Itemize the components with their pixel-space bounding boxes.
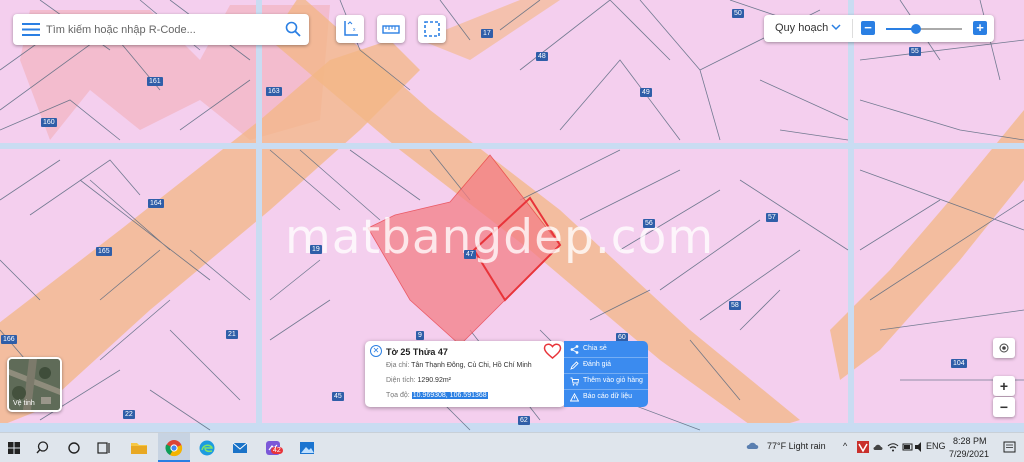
parcel-title: Tờ 25 Thửa 47	[386, 347, 448, 357]
measure-distance-button[interactable]: x	[336, 15, 364, 43]
parcel-label[interactable]: 55	[909, 47, 921, 56]
file-explorer-icon[interactable]	[129, 438, 149, 458]
parcel-label[interactable]: 56	[643, 219, 655, 228]
parcel-label[interactable]: 21	[226, 330, 238, 339]
search-icon[interactable]	[34, 438, 54, 458]
rate-button[interactable]: Đánh giá	[564, 357, 648, 374]
area-label: Diện tích:	[386, 377, 416, 384]
parcel-label[interactable]: 17	[481, 29, 493, 38]
chrome-taskbar-active[interactable]	[158, 433, 190, 462]
parcel-label[interactable]: 50	[732, 9, 744, 18]
parcel-label[interactable]: 62	[518, 416, 530, 425]
warning-icon	[570, 393, 579, 402]
rate-label: Đánh giá	[583, 361, 612, 368]
address-label: Địa chỉ:	[386, 362, 410, 369]
parcel-label[interactable]: 164	[148, 199, 164, 208]
volume-icon[interactable]	[914, 441, 926, 453]
language-indicator[interactable]: ENG	[926, 441, 946, 451]
parcel-label[interactable]: 49	[640, 88, 652, 97]
share-label: Chia sẻ	[583, 345, 607, 352]
parcel-label[interactable]: 19	[310, 245, 322, 254]
wifi-icon[interactable]	[887, 441, 899, 453]
coord-label: Tọa độ:	[386, 392, 410, 399]
pencil-icon	[570, 361, 579, 370]
zoom-out-button[interactable]: −	[861, 21, 875, 35]
locate-button[interactable]	[993, 338, 1015, 358]
notification-badge: 42	[271, 447, 283, 454]
chevron-down-icon[interactable]	[831, 23, 841, 31]
edge-icon[interactable]	[197, 438, 217, 458]
zoom-slider[interactable]	[886, 24, 962, 34]
chevron-up-icon[interactable]: ^	[843, 441, 847, 451]
parcel-label[interactable]: 161	[147, 77, 163, 86]
axis-measure-icon: x	[344, 21, 358, 36]
area-select-button[interactable]	[418, 15, 446, 43]
parcel-label[interactable]: 163	[266, 87, 282, 96]
weather-text[interactable]: 77°F Light rain	[767, 441, 826, 451]
svg-text:x: x	[353, 27, 356, 33]
antivirus-icon[interactable]	[857, 441, 869, 453]
parcel-info-popup: ✕ Tờ 25 Thửa 47 Địa chỉ: Tân Thạnh Đông,…	[365, 341, 565, 407]
clock-date[interactable]: 7/29/2021	[949, 449, 989, 459]
battery-icon[interactable]	[902, 441, 914, 453]
address-value: Tân Thạnh Đông, Củ Chi, Hồ Chí Minh	[411, 362, 532, 369]
zoom-slider-thumb[interactable]	[911, 24, 922, 34]
mail-icon[interactable]	[230, 438, 250, 458]
parcel-label[interactable]: 22	[123, 410, 135, 419]
parcel-label[interactable]: 9	[416, 331, 424, 340]
heart-icon[interactable]	[543, 343, 562, 360]
satellite-label: Vệ tinh	[13, 400, 35, 407]
parcel-label[interactable]: 160	[41, 118, 57, 127]
task-view-icon[interactable]	[94, 438, 114, 458]
report-data-label: Báo cáo dữ liệu	[583, 393, 633, 400]
parcel-label[interactable]: 104	[951, 359, 967, 368]
add-to-cart-label: Thêm vào giỏ hàng	[583, 377, 643, 384]
close-icon[interactable]: ✕	[370, 345, 382, 357]
cortana-icon[interactable]	[64, 438, 84, 458]
divider	[852, 19, 853, 38]
hamburger-menu-icon[interactable]	[22, 22, 40, 37]
windows-taskbar: 42 77°F Light rain ^ ENG 8:28 PM 7/29/20…	[0, 432, 1024, 462]
layer-select[interactable]: Quy hoạch	[775, 22, 828, 34]
clock-time[interactable]: 8:28 PM	[953, 436, 987, 446]
action-menu: Chia sẻ Đánh giá Thêm vào giỏ hàng Báo c…	[564, 341, 648, 407]
layer-zoom-panel: Quy hoạch − +	[764, 15, 994, 42]
report-data-button[interactable]: Báo cáo dữ liệu	[564, 389, 648, 405]
cart-icon	[570, 377, 579, 386]
parcel-label[interactable]: 48	[536, 52, 548, 61]
zoom-in-button[interactable]: +	[973, 21, 987, 35]
map-zoom-out-button[interactable]: −	[993, 397, 1015, 417]
area-value: 1290.92m²	[417, 377, 451, 384]
coord-value[interactable]: 10.969308, 106.591368	[411, 392, 488, 399]
notifications-icon[interactable]	[1003, 441, 1017, 455]
chrome-icon	[165, 440, 183, 457]
locate-icon	[999, 343, 1009, 353]
windows-start-icon[interactable]	[4, 438, 24, 458]
search-bar	[13, 14, 309, 45]
share-icon	[570, 345, 579, 354]
parcel-label[interactable]: 165	[96, 247, 112, 256]
parcel-label[interactable]: 58	[729, 301, 741, 310]
cloud-rain-icon	[746, 442, 759, 449]
parcel-label[interactable]: 47	[464, 250, 476, 259]
satellite-toggle[interactable]: Vệ tinh	[7, 357, 62, 412]
ruler-icon	[382, 25, 400, 34]
photos-icon[interactable]	[297, 438, 317, 458]
parcel-label[interactable]: 57	[766, 213, 778, 222]
cloud-icon[interactable]	[873, 442, 883, 452]
ruler-button[interactable]	[377, 15, 405, 43]
parcel-label[interactable]: 45	[332, 392, 344, 401]
search-icon[interactable]	[285, 21, 301, 37]
search-input[interactable]	[44, 20, 288, 40]
dashed-square-icon	[424, 21, 440, 37]
share-button[interactable]: Chia sẻ	[564, 341, 648, 358]
map-zoom-in-button[interactable]: +	[993, 376, 1015, 396]
parcel-label[interactable]: 166	[1, 335, 17, 344]
add-to-cart-button[interactable]: Thêm vào giỏ hàng	[564, 373, 648, 390]
